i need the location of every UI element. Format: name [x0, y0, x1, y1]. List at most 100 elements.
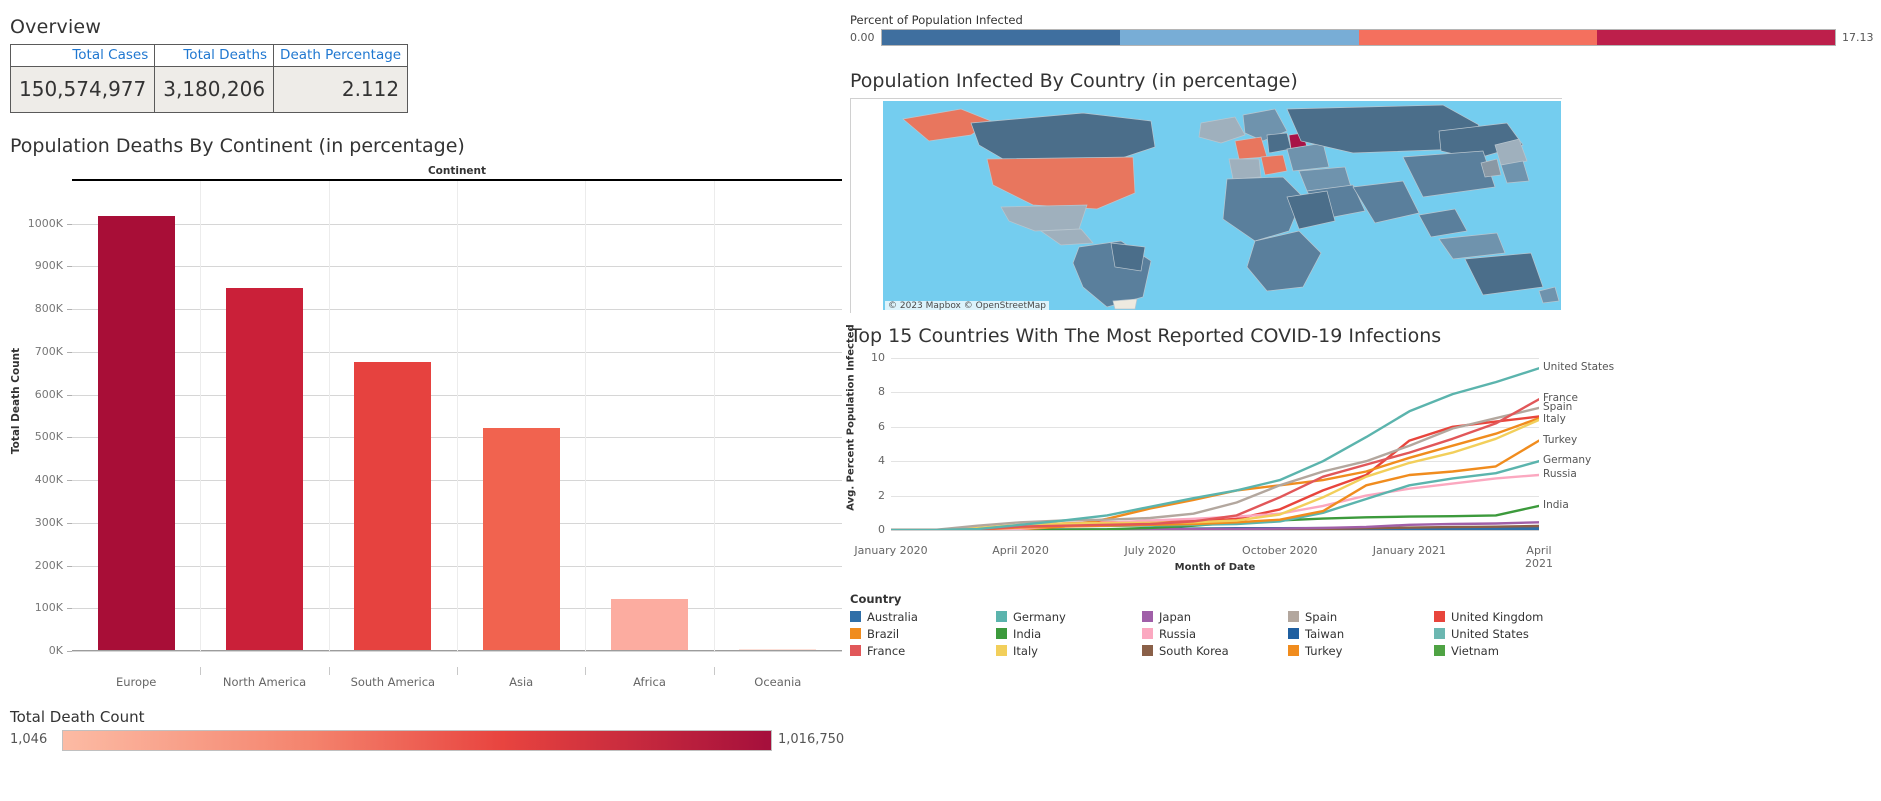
map-country-region-27[interactable]: [1286, 190, 1336, 230]
series-end-label-turkey[interactable]: Turkey: [1543, 434, 1577, 446]
x-axis-tick-mark: [328, 667, 330, 675]
legend-item-vietnam[interactable]: Vietnam: [1434, 642, 1556, 659]
legend-swatch-icon: [1288, 628, 1299, 639]
legend-item-brazil[interactable]: Brazil: [850, 625, 972, 642]
x-axis-tick-label[interactable]: Africa: [585, 675, 713, 689]
legend-item-taiwan[interactable]: Taiwan: [1288, 625, 1410, 642]
map-canvas[interactable]: [883, 101, 1561, 310]
map-country-region-2[interactable]: [970, 112, 1156, 164]
x-axis-tick-label[interactable]: South America: [329, 675, 457, 689]
left-panel: Overview Total Cases Total Deaths Death …: [0, 0, 845, 801]
map-country-region-7[interactable]: [1110, 242, 1146, 272]
legend-item-germany[interactable]: Germany: [996, 608, 1118, 625]
percent-infected-legend[interactable]: 0.00 17.13: [850, 29, 1875, 47]
legend-item-japan[interactable]: Japan: [1142, 608, 1264, 625]
map-country-region-20[interactable]: [1352, 180, 1420, 224]
legend-item-australia[interactable]: Australia: [850, 608, 972, 625]
map-country-region-25[interactable]: [1222, 176, 1304, 242]
percent-legend-bin-2[interactable]: [1120, 30, 1359, 45]
total-death-count-legend[interactable]: 1,046 1,016,750: [10, 730, 844, 752]
bar-oceania[interactable]: [739, 649, 817, 650]
series-end-label-russia[interactable]: Russia: [1543, 468, 1577, 480]
line-series-brazil[interactable]: [891, 417, 1539, 530]
x-axis-tick-label[interactable]: Asia: [457, 675, 585, 689]
map-country-region-32[interactable]: [1112, 298, 1138, 310]
bar-south-america[interactable]: [354, 362, 432, 650]
x-axis-tick-mark: [585, 667, 587, 675]
bar-africa[interactable]: [611, 599, 688, 650]
legend-item-russia[interactable]: Russia: [1142, 625, 1264, 642]
bar-asia[interactable]: [482, 428, 560, 650]
legend-item-label: Brazil: [867, 626, 900, 641]
line-series-italy[interactable]: [891, 418, 1539, 530]
legend-swatch-icon: [1142, 611, 1153, 622]
legend-item-spain[interactable]: Spain: [1288, 608, 1410, 625]
cell-death-percentage: 2.112: [273, 66, 409, 113]
line-series-spain[interactable]: [891, 406, 1539, 530]
legend-swatch-icon: [996, 628, 1007, 639]
map-country-region-23[interactable]: [1500, 160, 1530, 184]
map-country-region-21[interactable]: [1402, 150, 1496, 198]
category-separator: [457, 181, 458, 651]
map-container[interactable]: © 2023 Mapbox © OpenStreetMap: [850, 98, 1562, 313]
map-country-region-14[interactable]: [1228, 158, 1262, 180]
y-axis-tick-label: 600K: [34, 387, 63, 401]
map-country-region-10[interactable]: [1234, 136, 1268, 160]
overview-title: Overview: [10, 16, 102, 38]
percent-infected-legend-title: Percent of Population Infected: [850, 13, 1023, 27]
line-series-france[interactable]: [891, 398, 1539, 530]
map-country-region-8[interactable]: [1198, 116, 1246, 144]
x-axis-tick-label: July 2020: [1124, 544, 1176, 557]
column-header-total-cases[interactable]: Total Cases: [9, 44, 156, 67]
legend-item-label: Italy: [1013, 643, 1038, 658]
y-axis-tick-mark: [67, 309, 72, 311]
y-axis-tick-mark: [67, 437, 72, 439]
legend-item-label: Australia: [867, 609, 918, 624]
gridline: [891, 530, 1539, 531]
map-country-region-5[interactable]: [1039, 228, 1094, 246]
legend-item-india[interactable]: India: [996, 625, 1118, 642]
map-country-region-28[interactable]: [1418, 208, 1468, 238]
map-country-region-3[interactable]: [986, 156, 1136, 210]
map-country-region-4[interactable]: [1000, 204, 1088, 232]
series-end-label-germany[interactable]: Germany: [1543, 454, 1591, 466]
category-separator: [200, 181, 202, 651]
percent-legend-bin-1[interactable]: [882, 30, 1121, 45]
legend-item-label: South Korea: [1159, 643, 1229, 658]
x-axis-tick-label[interactable]: Europe: [72, 675, 200, 689]
series-end-label-spain[interactable]: Spain: [1543, 401, 1572, 413]
x-axis-tick-label[interactable]: Oceania: [714, 675, 842, 689]
legend-item-italy[interactable]: Italy: [996, 642, 1118, 659]
category-separator: [713, 181, 715, 651]
line-chart: 0 2 4 6 8 10 January 2020 April 2020 July 2020 Oc…: [845, 324, 1881, 590]
x-axis-tick-label[interactable]: North America: [200, 675, 328, 689]
legend-item-turkey[interactable]: Turkey: [1288, 642, 1410, 659]
legend-item-label: Taiwan: [1305, 626, 1345, 641]
map-country-region-26[interactable]: [1246, 230, 1322, 292]
legend-swatch-icon: [1434, 611, 1445, 622]
legend-item-united-kingdom[interactable]: United Kingdom: [1434, 608, 1556, 625]
map-country-region-30[interactable]: [1464, 252, 1544, 296]
map-attribution[interactable]: © 2023 Mapbox © OpenStreetMap: [885, 301, 1049, 311]
legend-item-united-states[interactable]: United States: [1434, 625, 1556, 642]
x-axis-tick-label: January 2021: [1372, 544, 1446, 557]
y-axis-tick-label: 500K: [34, 430, 63, 444]
series-end-label-united-states[interactable]: United States: [1543, 361, 1614, 373]
y-axis-tick-mark: [67, 651, 72, 652]
bar-europe[interactable]: [97, 215, 175, 650]
x-axis-tick-mark: [457, 667, 458, 675]
y-axis-tick-mark: [67, 480, 72, 482]
column-header-death-percentage[interactable]: Death Percentage: [273, 44, 409, 67]
map-country-region-13[interactable]: [1260, 154, 1288, 176]
column-header-total-deaths[interactable]: Total Deaths: [154, 44, 275, 67]
percent-legend-bin-3[interactable]: [1358, 30, 1597, 45]
map-country-region-29[interactable]: [1438, 232, 1506, 260]
legend-item-label: United Kingdom: [1451, 609, 1544, 624]
bar-north-america[interactable]: [226, 287, 303, 650]
legend-item-south-korea[interactable]: South Korea: [1142, 642, 1264, 659]
series-end-label-italy[interactable]: Italy: [1543, 413, 1566, 425]
legend-item-france[interactable]: France: [850, 642, 972, 659]
series-end-label-india[interactable]: India: [1543, 499, 1569, 511]
percent-legend-bin-4[interactable]: [1596, 30, 1835, 45]
map-country-region-31[interactable]: [1538, 286, 1560, 304]
